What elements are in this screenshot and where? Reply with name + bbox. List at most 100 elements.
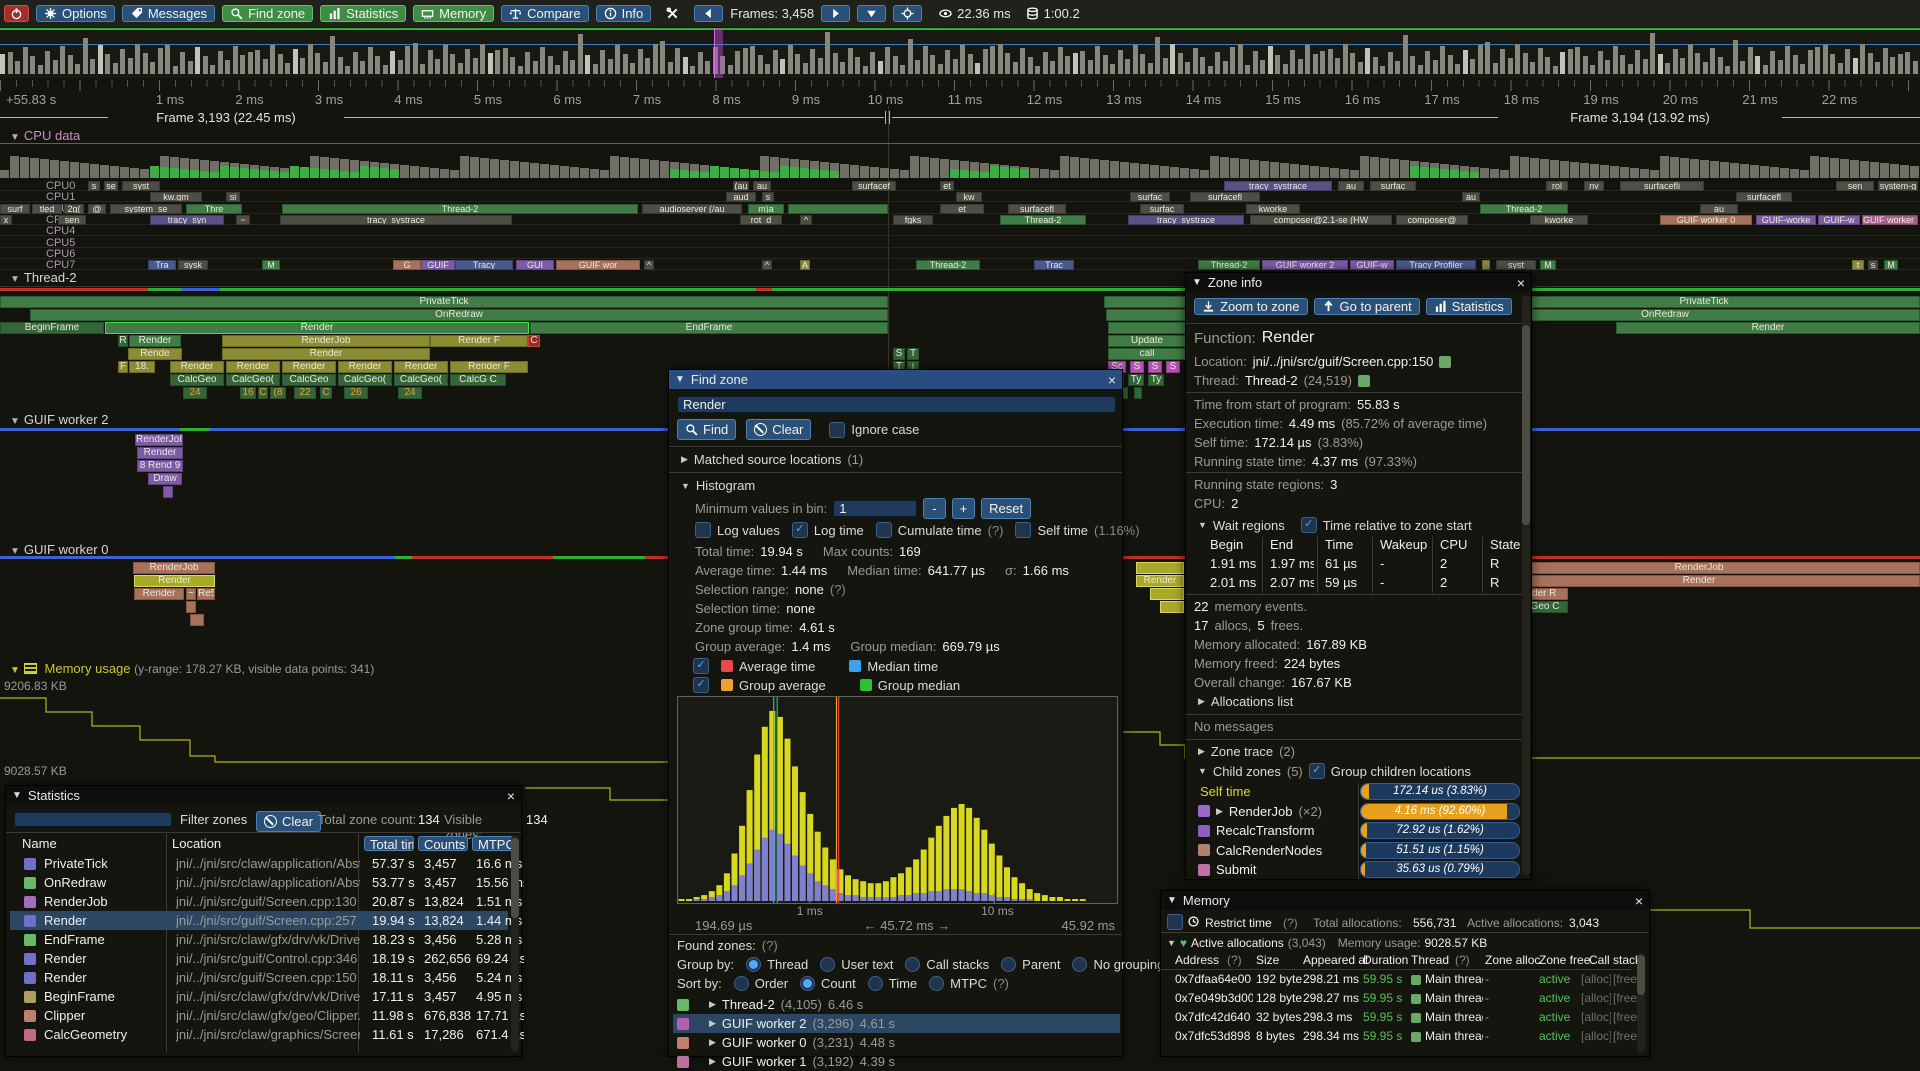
toolbar-find-zone-button[interactable]: Find zone	[222, 5, 313, 22]
filter-zones-input[interactable]	[14, 812, 172, 827]
column-name[interactable]: Name	[22, 836, 57, 851]
legend-checkbox[interactable]: ✓	[693, 677, 709, 693]
toolbar-tools-button[interactable]	[658, 5, 687, 22]
cpu-zone[interactable]	[788, 204, 888, 214]
timeline-zone-24[interactable]: 24	[183, 387, 207, 399]
timeline-zone-s[interactable]: S	[1166, 361, 1180, 373]
child-zone-row[interactable]: ▶RenderJob(×2)4.16 ms (92.60%)	[1198, 803, 1520, 820]
cpu-zone[interactable]: (au	[733, 181, 749, 191]
group-by-radio-parent[interactable]	[1001, 957, 1016, 972]
cpu-zone[interactable]: si	[226, 192, 240, 202]
cpu-zone[interactable]: G	[393, 260, 421, 270]
reset-button[interactable]: Reset	[981, 498, 1031, 519]
cpu-zone[interactable]: ~	[236, 215, 250, 225]
cpu-zone[interactable]: tracy_systrace	[280, 215, 512, 225]
toolbar-info-button[interactable]: Info	[596, 5, 652, 22]
timeline-zone-render[interactable]: Render	[105, 322, 529, 334]
frame-label-left[interactable]: Frame 3,193 (22.45 ms)	[152, 110, 299, 125]
timeline-zone-calcgeo-[interactable]: CalcGeo(	[338, 374, 392, 386]
cpu-zone[interactable]: au	[1462, 192, 1480, 202]
expand-arrow-icon[interactable]: ▶	[709, 999, 716, 1010]
matched-source-locations[interactable]: ▶Matched source locations (1)	[681, 452, 863, 467]
found-zone-group-guif-worker-2[interactable]: ▶GUIF worker 2(3,296)4.61 s	[673, 1014, 1120, 1033]
cpu-zone[interactable]: GUIF worker 1	[1862, 215, 1918, 225]
wait-regions-header[interactable]: ▼Wait regions ✓ Time relative to zone st…	[1198, 517, 1472, 533]
expand-arrow-icon[interactable]: ▶	[1216, 806, 1223, 817]
timeline-zone-ty[interactable]: Ty	[1148, 374, 1164, 386]
cpu-zone[interactable]: surfacefl	[1190, 192, 1260, 202]
timeline-zone-s[interactable]: S	[893, 348, 905, 360]
timeline-zone--8[interactable]: (8	[270, 387, 286, 399]
toolbar-messages-button[interactable]: Messages	[122, 5, 215, 22]
cpu-zone[interactable]: composer@2.1-se (HW	[1250, 215, 1392, 225]
timeline-zone-render[interactable]: Render	[1616, 322, 1920, 334]
frame-overview-graph[interactable]	[0, 28, 1920, 78]
cpu-zone[interactable]: tracy_systrace	[1128, 215, 1244, 225]
timeline-zone-16[interactable]: 16	[240, 387, 256, 399]
timeline-zone[interactable]	[1134, 387, 1142, 399]
cpu-zone[interactable]: au	[753, 181, 771, 191]
toolbar-compare-button[interactable]: Compare	[501, 5, 588, 22]
active-allocations-expander[interactable]: ▼	[1167, 938, 1176, 948]
statistics-row-onredraw[interactable]: OnRedrawjni/../jni/src/claw/application/…	[10, 873, 508, 892]
min-values-increase-button[interactable]: +	[952, 498, 976, 519]
sort-by-radio-mtpc[interactable]	[929, 976, 944, 991]
cpu-zone[interactable]: GUIF worker 0	[1660, 215, 1752, 225]
cpu-zone[interactable]: sen	[58, 215, 86, 225]
timeline-zone-calcgeo-[interactable]: CalcGeo(	[394, 374, 448, 386]
group-by-radio-thread[interactable]	[746, 957, 761, 972]
min-values-input[interactable]	[833, 500, 917, 517]
cpu-zone[interactable]: rol	[1546, 181, 1568, 191]
cpu-zone[interactable]	[1482, 260, 1490, 270]
cpu-zone[interactable]: ^	[644, 260, 654, 270]
statistics-row-renderjob[interactable]: RenderJobjni/../jni/src/guif/Screen.cpp:…	[10, 892, 508, 911]
close-icon[interactable]: ×	[507, 788, 515, 804]
memory-table-header[interactable]: Address(?) Size Appeared at Duration Thr…	[1161, 953, 1631, 969]
cpu-zone[interactable]: au	[1338, 181, 1364, 191]
cpu-zone[interactable]: GUIF-w	[1350, 260, 1394, 270]
cpu-data-header[interactable]: ▼CPU data	[10, 128, 80, 143]
cpu-zone[interactable]: syst	[122, 181, 160, 191]
cpu-zone[interactable]: au	[1700, 204, 1738, 214]
cpu-zone[interactable]: GUIF-worke	[1756, 215, 1816, 225]
cpu-zone[interactable]: Thread-2	[1480, 204, 1568, 214]
toolbar-prev-frame-button[interactable]	[694, 5, 723, 22]
cpu-zone[interactable]: nv	[1584, 181, 1604, 191]
zone-trace-header[interactable]: ▶Zone trace (2)	[1198, 744, 1295, 759]
zone-info-titlebar[interactable]: ▼Zone info ×	[1186, 273, 1531, 292]
close-icon[interactable]: ×	[1517, 275, 1525, 291]
wait-region-row[interactable]: 2.01 ms2.07 ms59 µs-2R	[1186, 575, 1526, 594]
cpu-zone[interactable]: Tracy Profiler	[1396, 260, 1476, 270]
group-by-radio-user-text[interactable]	[820, 957, 835, 972]
timeline-zone-draw[interactable]: Draw	[148, 473, 182, 485]
found-zone-group-guif-worker-1[interactable]: ▶GUIF worker 1(3,192)4.39 s	[673, 1052, 1120, 1071]
timeline-zone-renderjoi[interactable]: RenderJoI	[135, 434, 183, 446]
location-color-swatch[interactable]	[1439, 356, 1451, 368]
timeline-zone-s[interactable]: S	[1148, 361, 1162, 373]
cpu-zone[interactable]: sen	[1836, 181, 1874, 191]
timeline-zone-privatetick[interactable]: PrivateTick	[0, 296, 888, 308]
zone-color-swatch[interactable]	[24, 1010, 36, 1022]
column-counts[interactable]: Counts	[418, 836, 468, 851]
zone-info-statistics-button[interactable]: Statistics	[1426, 298, 1512, 315]
cpu-zone[interactable]: t	[1852, 260, 1864, 270]
thread-header-guif0[interactable]: ▼GUIF worker 0	[10, 542, 108, 557]
child-zone-row[interactable]: RecalcTransform72.92 us (1.62%)	[1198, 822, 1520, 839]
memory-allocation-row[interactable]: 0x7dfc53d8988 bytes298.34 ms59.95 sMain …	[1161, 1029, 1631, 1048]
cpu-zone[interactable]: et	[940, 181, 954, 191]
find-button[interactable]: Find	[677, 419, 736, 440]
memory-scrollbar[interactable]	[1637, 953, 1645, 1053]
timeline-zone-render[interactable]: Render	[137, 447, 183, 459]
child-zone-row-self-time[interactable]: Self time172.14 us (3.83%)	[1198, 783, 1520, 800]
timeline-zone-render-f[interactable]: Render F	[430, 335, 528, 347]
cpu-zone[interactable]: GUIF worker 2	[1262, 260, 1348, 270]
cpu-zone[interactable]: s	[762, 192, 774, 202]
cpu-zone[interactable]: Thre	[186, 204, 242, 214]
cpu-zone[interactable]: surfac	[1130, 192, 1170, 202]
zone-color-swatch[interactable]	[24, 953, 36, 965]
timeline-zone-18-[interactable]: 18.	[129, 361, 155, 373]
found-zone-group-guif-worker-0[interactable]: ▶GUIF worker 0(3,231)4.48 s	[673, 1033, 1120, 1052]
wait-region-row[interactable]: 1.91 ms1.97 ms61 µs-2R	[1186, 556, 1526, 575]
child-zones-header[interactable]: ▼Child zones (5) ✓ Group children locati…	[1198, 763, 1471, 779]
cpu-zone[interactable]: Thread-2	[916, 260, 980, 270]
